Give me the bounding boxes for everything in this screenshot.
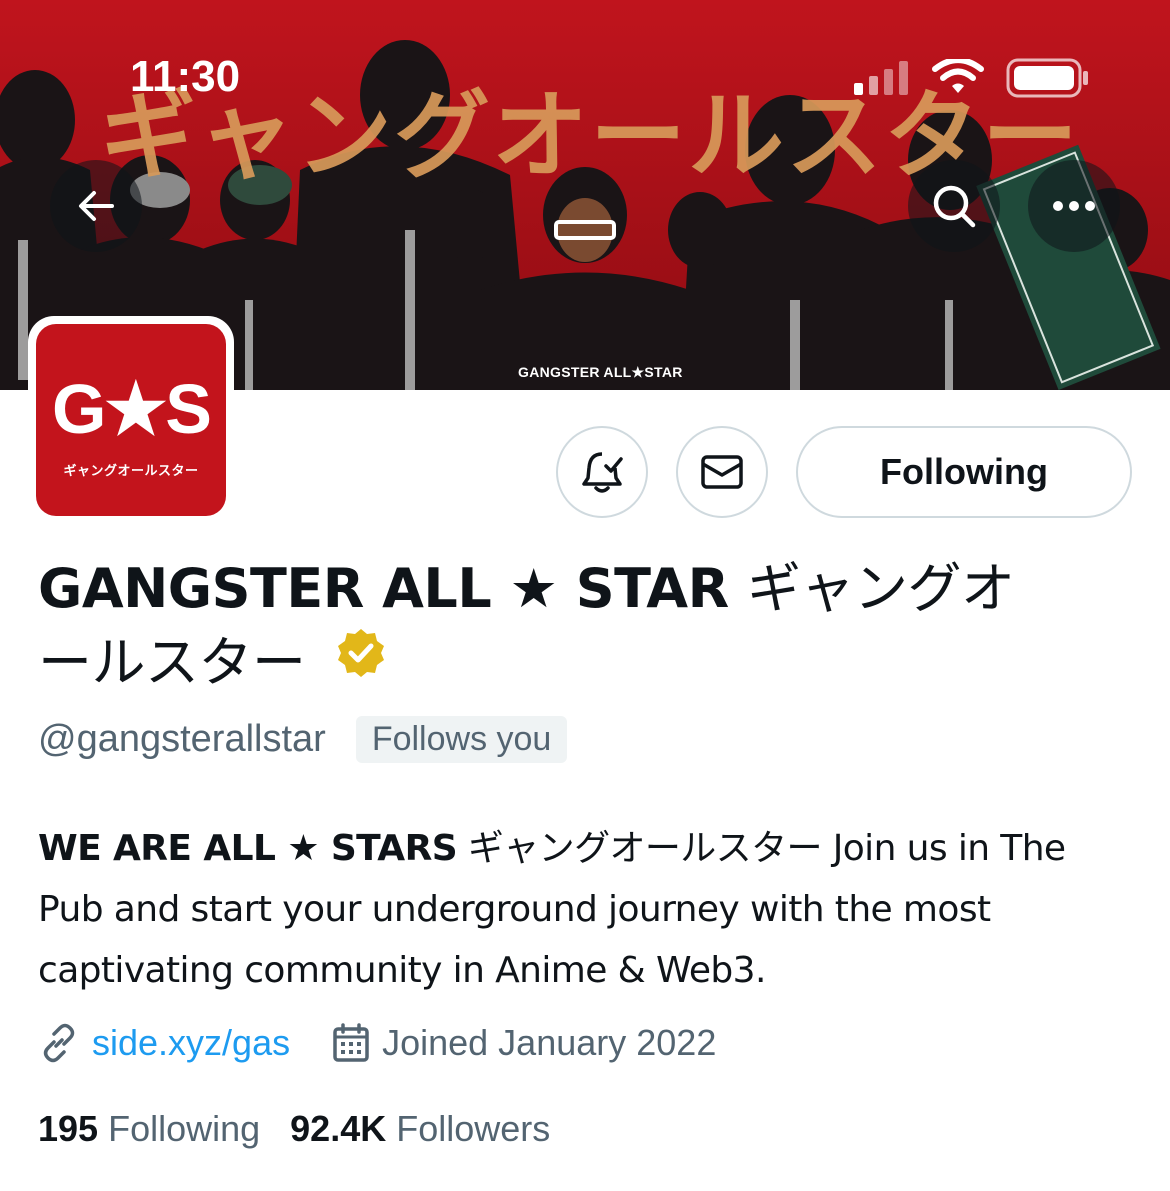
display-name-latin: GANGSTER ALL ★ STAR [38,557,729,620]
avatar-logo-subtext: ギャングオールスター [63,464,199,479]
profile-avatar[interactable]: G★S ギャングオールスター [28,316,234,524]
avatar-image: G★S ギャングオールスター [36,324,226,516]
following-count: 195 [38,1108,99,1149]
verified-badge[interactable] [334,625,388,699]
message-button[interactable] [676,426,768,518]
avatar-logo-text: G★S [52,370,212,448]
profile-meta: side.xyz/gas Joined January 2022 [38,1022,716,1064]
calendar-icon [333,1023,369,1062]
follows-you-badge: Follows you [355,716,568,763]
notifications-button[interactable] [556,426,648,518]
arrow-left-icon [79,191,114,221]
back-button[interactable] [50,160,142,252]
envelope-icon [701,455,743,489]
following-label: Following [108,1108,261,1149]
more-horizontal-icon [1053,201,1095,211]
link-icon [43,1023,75,1063]
battery-icon [1006,58,1088,98]
followers-count: 92.4K [290,1108,387,1149]
status-time: 11:30 [130,52,241,101]
followers-count-link[interactable]: 92.4K Followers [290,1108,550,1150]
more-button[interactable] [1028,160,1120,252]
status-icons [854,58,1090,98]
joined-text: Joined January 2022 [382,1022,717,1063]
website-link[interactable]: side.xyz/gas [38,1022,290,1064]
following-button[interactable]: Following [796,426,1132,518]
search-button[interactable] [908,160,1000,252]
website-link-text[interactable]: side.xyz/gas [92,1022,290,1064]
banner-caption: GANGSTER ALL★STAR [518,364,683,380]
cellular-signal-icon [854,61,908,95]
bio-lead: WE ARE ALL ★ STARS [38,828,458,869]
following-count-link[interactable]: 195 Following [38,1108,260,1150]
wifi-icon [932,59,984,93]
profile-display-name: GANGSTER ALL ★ STAR ギャングオールスター [38,552,1038,703]
search-icon [933,185,976,228]
follow-stats: 195 Following 92.4K Followers [38,1108,550,1150]
bell-check-icon [582,452,623,493]
profile-handle: @gangsterallstar [38,718,326,760]
followers-label: Followers [396,1108,551,1149]
profile-bio: WE ARE ALL ★ STARS ギャングオールスター Join us in… [38,818,1138,1001]
verified-badge-icon [337,629,384,678]
handle-row: @gangsterallstar Follows you [38,716,568,763]
joined-date: Joined January 2022 [332,1022,716,1064]
